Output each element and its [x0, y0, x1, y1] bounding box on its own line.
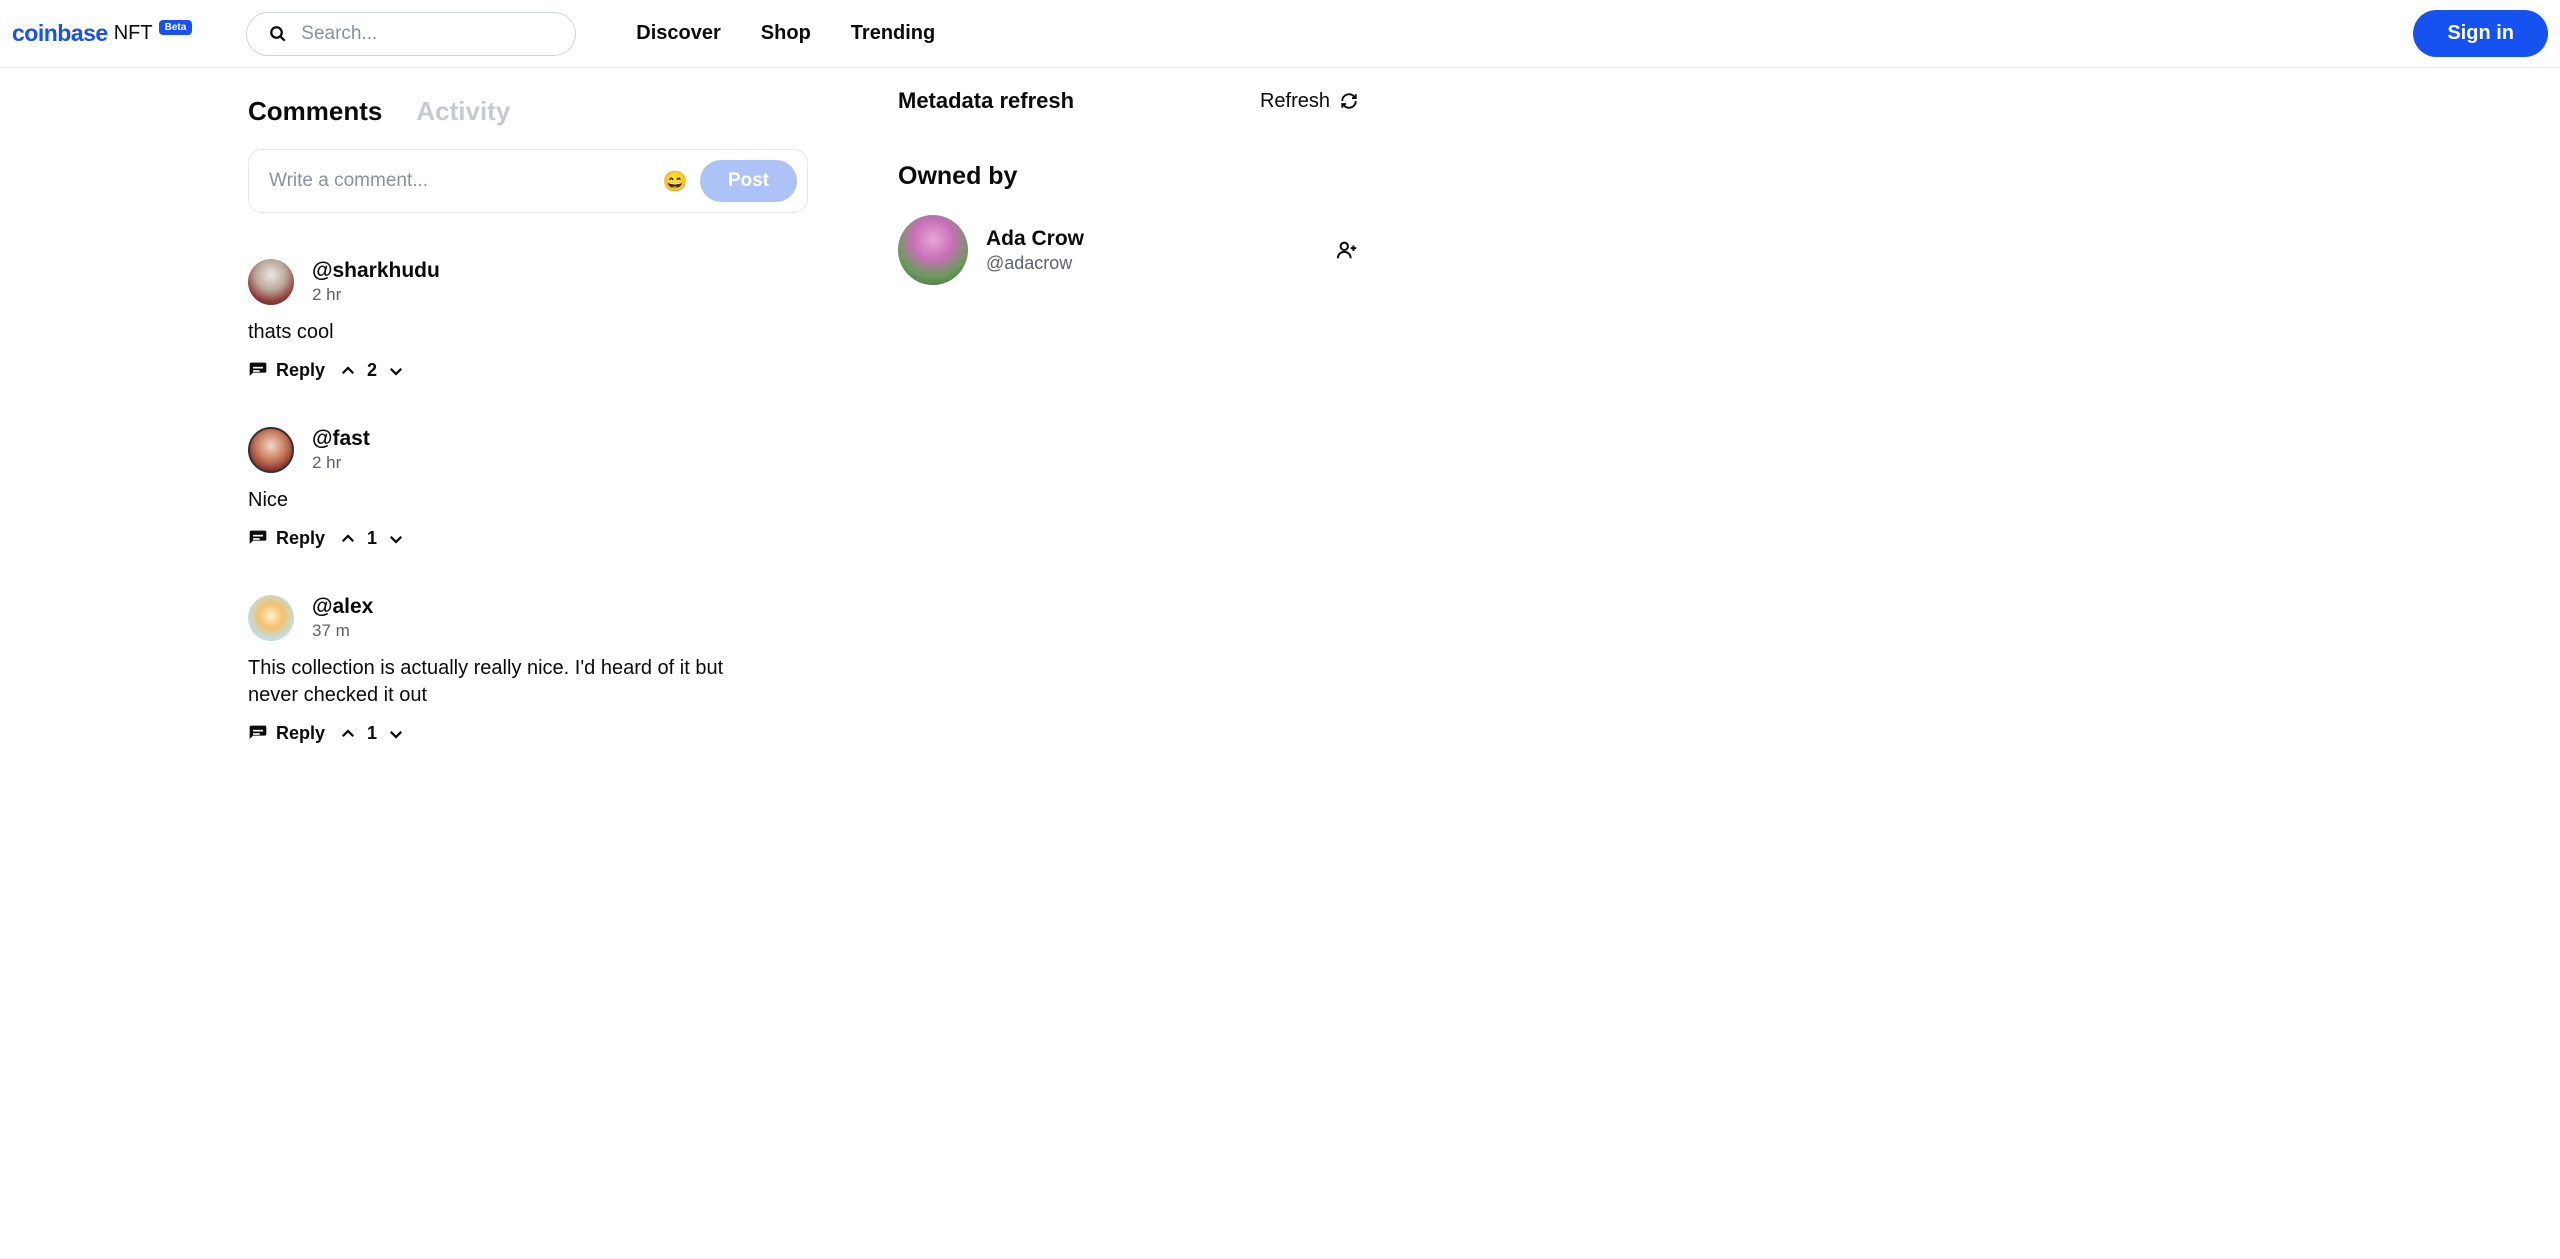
nav-discover[interactable]: Discover: [636, 22, 721, 45]
comment-actions: Reply 1: [248, 723, 808, 744]
reply-button[interactable]: Reply: [248, 528, 325, 549]
top-header: coinbase NFT Beta Discover Shop Trending…: [0, 0, 2560, 68]
downvote-icon[interactable]: [387, 725, 405, 743]
refresh-button[interactable]: Refresh: [1260, 90, 1358, 113]
vote-group: 1: [339, 723, 405, 744]
tab-comments[interactable]: Comments: [248, 96, 382, 127]
page-body: Comments Activity 😄 Post @sharkhudu 2 hr…: [0, 68, 2560, 784]
comment-actions: Reply 2: [248, 360, 808, 381]
owner-row: Ada Crow @adacrow: [898, 215, 1358, 285]
comment-item: @sharkhudu 2 hr thats cool Reply 2: [248, 259, 808, 381]
owned-by-title: Owned by: [898, 162, 1358, 191]
beta-badge: Beta: [159, 20, 193, 35]
downvote-icon[interactable]: [387, 362, 405, 380]
avatar[interactable]: [248, 595, 294, 641]
comment-header: @alex 37 m: [248, 595, 808, 641]
comment-time: 2 hr: [312, 285, 440, 305]
comment-time: 2 hr: [312, 453, 370, 473]
vote-group: 1: [339, 528, 405, 549]
avatar[interactable]: [248, 427, 294, 473]
emoji-icon[interactable]: 😄: [663, 169, 688, 194]
sign-in-button[interactable]: Sign in: [2413, 10, 2548, 57]
logo-nft: NFT: [114, 22, 153, 45]
post-button[interactable]: Post: [700, 160, 797, 202]
comment-username[interactable]: @fast: [312, 427, 370, 451]
upvote-icon[interactable]: [339, 362, 357, 380]
avatar[interactable]: [248, 259, 294, 305]
comment-header: @fast 2 hr: [248, 427, 808, 473]
comment-input-box: 😄 Post: [248, 149, 808, 213]
search-input[interactable]: [301, 23, 553, 45]
reply-label: Reply: [276, 528, 325, 549]
comment-username[interactable]: @alex: [312, 595, 373, 619]
vote-count: 1: [367, 528, 377, 549]
reply-icon: [248, 529, 268, 549]
vote-group: 2: [339, 360, 405, 381]
tabs: Comments Activity: [248, 96, 808, 127]
comment-item: @alex 37 m This collection is actually r…: [248, 595, 808, 744]
reply-label: Reply: [276, 360, 325, 381]
comment-header: @sharkhudu 2 hr: [248, 259, 808, 305]
comment-body: thats cool: [248, 319, 768, 346]
sidebar-column: Metadata refresh Refresh Owned by Ada Cr…: [898, 78, 1358, 744]
comment-body: This collection is actually really nice.…: [248, 655, 768, 709]
avatar[interactable]: [898, 215, 968, 285]
comment-input[interactable]: [269, 170, 651, 192]
reply-button[interactable]: Reply: [248, 723, 325, 744]
logo[interactable]: coinbase NFT Beta: [12, 20, 192, 47]
refresh-label: Refresh: [1260, 90, 1330, 113]
comment-time: 37 m: [312, 621, 373, 641]
top-nav: Discover Shop Trending: [636, 22, 935, 45]
owner-handle[interactable]: @adacrow: [986, 253, 1084, 274]
upvote-icon[interactable]: [339, 725, 357, 743]
comment-item: @fast 2 hr Nice Reply 1: [248, 427, 808, 549]
add-user-icon[interactable]: [1336, 239, 1358, 261]
search-icon: [269, 25, 287, 43]
upvote-icon[interactable]: [339, 530, 357, 548]
reply-label: Reply: [276, 723, 325, 744]
comment-actions: Reply 1: [248, 528, 808, 549]
refresh-icon: [1340, 92, 1358, 110]
metadata-title: Metadata refresh: [898, 88, 1074, 114]
comment-username[interactable]: @sharkhudu: [312, 259, 440, 283]
search-box[interactable]: [246, 12, 576, 56]
nav-trending[interactable]: Trending: [851, 22, 935, 45]
vote-count: 1: [367, 723, 377, 744]
downvote-icon[interactable]: [387, 530, 405, 548]
metadata-row: Metadata refresh Refresh: [898, 88, 1358, 114]
comments-column: Comments Activity 😄 Post @sharkhudu 2 hr…: [248, 78, 808, 744]
nav-shop[interactable]: Shop: [761, 22, 811, 45]
reply-icon: [248, 724, 268, 744]
reply-button[interactable]: Reply: [248, 360, 325, 381]
reply-icon: [248, 361, 268, 381]
comment-body: Nice: [248, 487, 768, 514]
vote-count: 2: [367, 360, 377, 381]
logo-coinbase: coinbase: [12, 20, 108, 47]
owner-name[interactable]: Ada Crow: [986, 227, 1084, 251]
tab-activity[interactable]: Activity: [416, 96, 510, 127]
